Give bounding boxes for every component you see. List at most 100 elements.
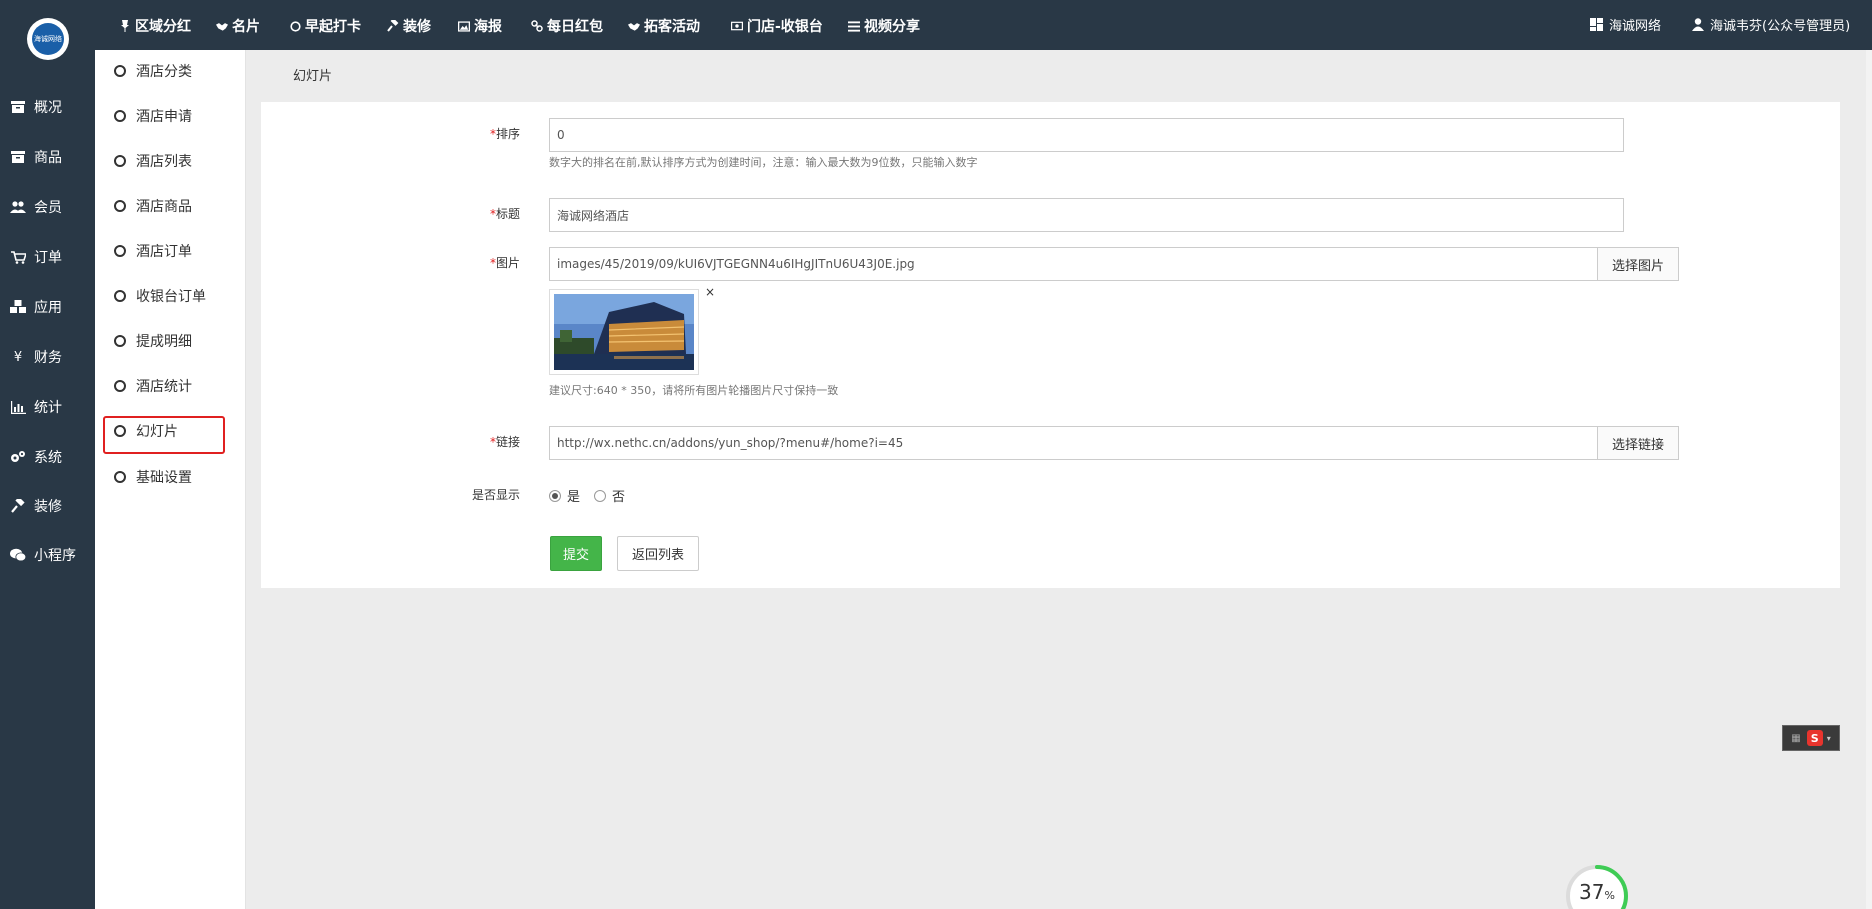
submenu-item-hotel-orders[interactable]: 酒店订单 bbox=[114, 240, 192, 262]
show-label: 是否显示 bbox=[471, 488, 520, 502]
submenu-item-slideshow[interactable]: 幻灯片 bbox=[114, 420, 178, 442]
submenu-item-basic-settings[interactable]: 基础设置 bbox=[114, 466, 192, 488]
topmenu-item-business-card[interactable]: 名片 bbox=[216, 16, 260, 36]
title-input[interactable]: 海诚网络酒店 bbox=[549, 198, 1624, 232]
pin-icon bbox=[119, 20, 131, 32]
company-switcher[interactable]: 海诚网络 bbox=[1590, 15, 1661, 34]
image-icon bbox=[458, 20, 470, 32]
logo[interactable]: 海诚网络 bbox=[27, 18, 69, 60]
page-title: 幻灯片 bbox=[293, 69, 333, 84]
circle-icon bbox=[114, 200, 126, 212]
leftnav-item-apps[interactable]: 应用 bbox=[10, 295, 62, 319]
circle-icon bbox=[114, 335, 126, 347]
user-icon bbox=[1692, 18, 1704, 31]
leftnav-label: 订单 bbox=[34, 250, 62, 266]
submenu-item-hotel-category[interactable]: 酒店分类 bbox=[114, 60, 192, 82]
handshake-icon bbox=[628, 20, 640, 32]
topmenu-item-morning-checkin[interactable]: 早起打卡 bbox=[289, 16, 361, 36]
leftnav-item-overview[interactable]: 概况 bbox=[10, 95, 62, 119]
circle-icon bbox=[114, 290, 126, 302]
submenu-item-hotel-application[interactable]: 酒店申请 bbox=[114, 105, 192, 127]
leftnav-label: 统计 bbox=[34, 400, 62, 416]
select-link-button[interactable]: 选择链接 bbox=[1597, 426, 1679, 460]
back-to-list-button[interactable]: 返回列表 bbox=[617, 536, 699, 571]
topmenu-item-poster[interactable]: 海报 bbox=[458, 16, 502, 36]
topmenu-item-video-share[interactable]: 视频分享 bbox=[848, 16, 920, 36]
progress-widget: 37% bbox=[1563, 862, 1631, 909]
show-no-radio[interactable] bbox=[594, 489, 607, 502]
submit-button[interactable]: 提交 bbox=[550, 536, 602, 571]
show-yes-radio[interactable] bbox=[549, 489, 561, 502]
ime-toolbar[interactable]: ▦ S ▾ bbox=[1782, 725, 1840, 751]
image-help: 建议尺寸:640 * 350，请将所有图片轮播图片尺寸保持一致 bbox=[549, 384, 839, 397]
leftnav-item-orders[interactable]: 订单 bbox=[10, 245, 62, 269]
submenu-item-hotel-stats[interactable]: 酒店统计 bbox=[114, 375, 192, 397]
link-input[interactable]: http://wx.nethc.cn/addons/yun_shop/?menu… bbox=[549, 426, 1598, 460]
logo-mark: 海诚网络 bbox=[32, 23, 64, 55]
show-no-label: 否 bbox=[612, 490, 626, 505]
user-menu[interactable]: 海诚韦芬(公众号管理员) bbox=[1692, 15, 1850, 34]
submenu-item-hotel-list[interactable]: 酒店列表 bbox=[114, 150, 192, 172]
leftnav-label: 会员 bbox=[34, 200, 62, 216]
company-name: 海诚网络 bbox=[1609, 19, 1662, 34]
leftnav-item-miniprogram[interactable]: 小程序 bbox=[10, 543, 76, 567]
list-icon bbox=[848, 20, 860, 32]
submenu-label: 酒店订单 bbox=[136, 244, 192, 260]
cubes-icon bbox=[10, 300, 26, 314]
submenu-item-hotel-goods[interactable]: 酒店商品 bbox=[114, 195, 192, 217]
form-panel bbox=[261, 102, 1840, 588]
chevron-down-icon: ▾ bbox=[1826, 733, 1831, 743]
scrollbar[interactable] bbox=[1866, 50, 1872, 909]
circle-icon bbox=[289, 20, 301, 32]
gavel-icon bbox=[10, 499, 26, 513]
submenu-label: 酒店列表 bbox=[136, 154, 192, 170]
link-label: *链接 bbox=[489, 435, 520, 449]
image-path-input[interactable]: images/45/2019/09/kUI6VJTGEGNN4u6IHgJITn… bbox=[549, 247, 1598, 281]
topmenu-label: 拓客活动 bbox=[644, 19, 700, 35]
leftnav-item-system[interactable]: 系统 bbox=[10, 445, 62, 469]
leftnav-label: 商品 bbox=[34, 150, 62, 166]
hotel-photo bbox=[554, 294, 694, 370]
leftnav-label: 小程序 bbox=[34, 548, 76, 564]
gears-icon bbox=[10, 450, 26, 464]
leftnav-item-finance[interactable]: ¥ 财务 bbox=[10, 345, 62, 369]
leftnav-item-members[interactable]: 会员 bbox=[10, 195, 62, 219]
submenu-label: 酒店分类 bbox=[136, 64, 192, 80]
topmenu-label: 名片 bbox=[232, 19, 260, 35]
user-name: 海诚韦芬(公众号管理员) bbox=[1710, 19, 1851, 34]
leftnav-label: 财务 bbox=[34, 350, 62, 366]
leftnav-label: 应用 bbox=[34, 300, 62, 316]
wechat-icon bbox=[10, 548, 26, 562]
topmenu-item-store-cashier[interactable]: 门店-收银台 bbox=[731, 16, 823, 36]
topmenu-item-daily-redpacket[interactable]: 每日红包 bbox=[531, 16, 603, 36]
link-icon bbox=[531, 20, 543, 32]
sort-label: *排序 bbox=[489, 127, 520, 141]
money-icon bbox=[731, 20, 743, 32]
archive-icon bbox=[10, 150, 26, 164]
submenu-item-commission-detail[interactable]: 提成明细 bbox=[114, 330, 192, 352]
submenu-label: 酒店商品 bbox=[136, 199, 192, 215]
topmenu-label: 视频分享 bbox=[864, 19, 920, 35]
sort-input[interactable]: 0 bbox=[549, 118, 1624, 152]
remove-image-icon[interactable]: × bbox=[705, 285, 715, 299]
top-bar: 区域分红 名片 早起打卡 装修 海报 每日红包 拓客活动 门店-收银台 视频分享… bbox=[95, 0, 1872, 50]
topmenu-item-regional-dividend[interactable]: 区域分红 bbox=[119, 16, 191, 36]
title-label: *标题 bbox=[489, 207, 520, 221]
bar-chart-icon bbox=[10, 400, 26, 414]
leftnav-item-decoration[interactable]: 装修 bbox=[10, 494, 62, 518]
topmenu-item-customer-activity[interactable]: 拓客活动 bbox=[628, 16, 700, 36]
leftnav-item-goods[interactable]: 商品 bbox=[10, 145, 62, 169]
sogou-icon: S bbox=[1806, 730, 1823, 746]
select-image-button[interactable]: 选择图片 bbox=[1597, 247, 1679, 281]
handshake-icon bbox=[216, 20, 228, 32]
gavel-icon bbox=[387, 20, 399, 32]
circle-icon bbox=[114, 110, 126, 122]
archive-icon bbox=[10, 100, 26, 114]
cart-icon bbox=[10, 250, 26, 264]
topmenu-item-decoration[interactable]: 装修 bbox=[387, 16, 431, 36]
circle-icon bbox=[114, 471, 126, 483]
submenu-item-cashier-orders[interactable]: 收银台订单 bbox=[114, 285, 206, 307]
submenu-label: 幻灯片 bbox=[136, 424, 178, 440]
topmenu-label: 每日红包 bbox=[547, 19, 603, 35]
leftnav-item-stats[interactable]: 统计 bbox=[10, 395, 62, 419]
